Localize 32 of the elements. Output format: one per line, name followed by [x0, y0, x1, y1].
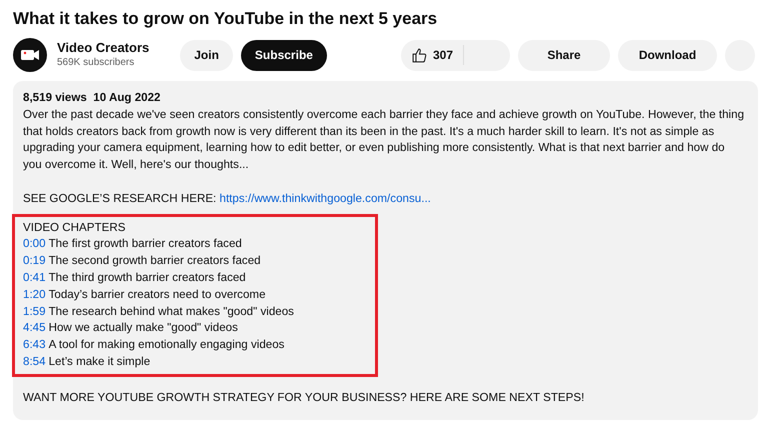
channel-name[interactable]: Video Creators: [57, 40, 150, 56]
view-count-date: 8,519 views 10 Aug 2022: [23, 90, 160, 106]
chapter-timestamp[interactable]: 0:41: [23, 270, 46, 287]
closing-text: WANT MORE YOUTUBE GROWTH STRATEGY FOR YOUR BUSINESS? HERE ARE SOME NEXT STEPS!: [23, 390, 586, 406]
chapter-title: The research behind what makes "good" videos: [48, 304, 294, 320]
chapter-timestamp[interactable]: 1:20: [23, 286, 46, 304]
thumbs-up-icon: [411, 46, 428, 64]
chapter-title: The third growth barrier creators faced: [48, 270, 246, 286]
subscribe-button[interactable]: Subscribe: [240, 40, 327, 70]
chapter-title: Today’s barrier creators need to overcome: [48, 286, 266, 303]
join-button[interactable]: Join: [180, 40, 233, 70]
chapter-timestamp[interactable]: 4:45: [23, 320, 46, 338]
share-button[interactable]: Share: [518, 40, 610, 70]
subscriber-count: 569K subscribers: [57, 56, 136, 70]
chapter-timestamp[interactable]: 1:59: [23, 304, 46, 320]
research-label: SEE GOOGLE’S RESEARCH HERE:: [23, 192, 216, 205]
download-button[interactable]: Download: [618, 40, 717, 70]
description-text: Over the past decade we've seen creators consistently overcome each barrier they face and achieve growth on YouTube. However, the thing that holds creators back from growth now is very different than its been in the past. It's a much harder skill to learn. It's not as simple as upgrading your camera equipment, learning how to edit better, or even publishing more consistently. What is that next barrier and how do you overcome it. Well, here's our thoughts...: [23, 106, 744, 174]
chapter-timestamp[interactable]: 0:00: [23, 236, 46, 254]
chapter-title: The second growth barrier creators faced: [48, 253, 261, 270]
chapter-timestamp[interactable]: 0:19: [23, 253, 46, 270]
research-link[interactable]: https://www.thinkwithgoogle.com/consu...: [220, 192, 431, 205]
channel-avatar-icon[interactable]: [13, 38, 47, 72]
chapter-title: Let’s make it simple: [48, 354, 150, 370]
chapter-title: The first growth barrier creators faced: [48, 236, 242, 252]
chapters-heading: VIDEO CHAPTERS: [23, 220, 126, 236]
chapter-timestamp[interactable]: 6:43: [23, 337, 46, 354]
video-title: What it takes to grow on YouTube in the next 5 years: [13, 8, 438, 30]
chapter-title: A tool for making emotionally engaging videos: [48, 337, 284, 354]
chapter-timestamp[interactable]: 8:54: [23, 354, 46, 371]
chapter-title: How we actually make "good" videos: [48, 320, 238, 336]
like-button[interactable]: 307: [401, 45, 464, 65]
